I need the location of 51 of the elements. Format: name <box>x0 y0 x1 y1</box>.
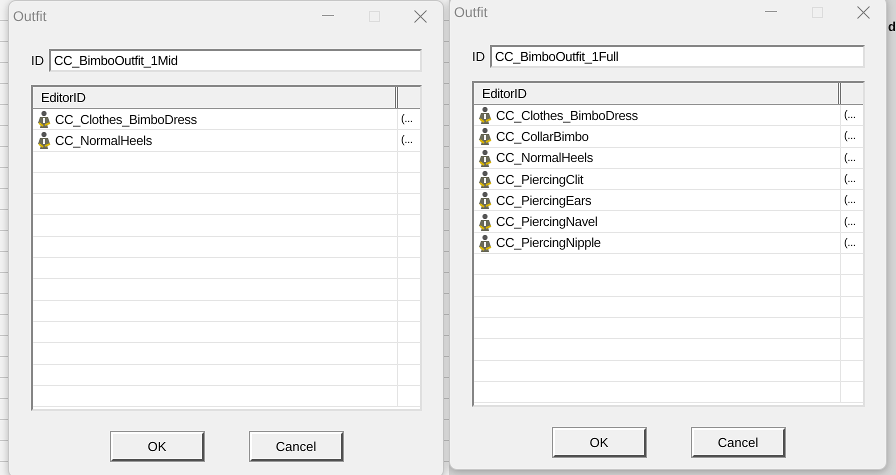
editor-id: CC_Clothes_BimboDress <box>496 108 638 123</box>
table-cell: (... <box>401 134 413 146</box>
table-cell: (... <box>844 194 856 206</box>
id-field[interactable]: CC_BimboOutfit_1Full <box>490 45 865 68</box>
list-row[interactable]: CC_NormalHeels (... <box>33 130 420 152</box>
figure-icon <box>476 170 494 188</box>
figure-icon <box>476 234 494 252</box>
table-cell: (... <box>401 113 413 126</box>
list-row[interactable]: CC_PiercingNavel (... <box>474 211 863 233</box>
window-title: Outfit <box>454 4 488 20</box>
figure-icon <box>476 106 494 124</box>
id-label: ID <box>31 53 44 68</box>
table-cell: (... <box>844 130 856 142</box>
figure-icon <box>476 148 494 167</box>
figure-icon <box>35 131 53 150</box>
list-row[interactable]: CC_CollarBimbo (... <box>474 126 863 148</box>
close-icon[interactable] <box>856 6 870 18</box>
editor-id: CC_PiercingNavel <box>496 214 598 230</box>
editor-id: CC_PiercingEars <box>496 192 592 208</box>
table-cell: (... <box>844 109 856 122</box>
window-title: Outfit <box>13 8 48 24</box>
background-text: d <box>888 19 896 34</box>
figure-icon <box>35 110 53 128</box>
editor-id: CC_NormalHeels <box>55 132 152 148</box>
editor-id: CC_NormalHeels <box>496 150 593 166</box>
list-row[interactable]: CC_PiercingNipple (... <box>474 232 863 254</box>
figure-icon <box>476 212 494 231</box>
dialog-button[interactable]: OK <box>552 428 646 457</box>
list-row[interactable]: CC_Clothes_BimboDress (... <box>33 109 420 130</box>
dialog-button[interactable]: OK <box>110 432 204 461</box>
list-row[interactable]: CC_PiercingEars (... <box>474 190 863 212</box>
dialog-button[interactable]: Cancel <box>250 432 342 461</box>
editor-id: CC_PiercingClit <box>496 172 584 187</box>
id-field[interactable]: CC_BimboOutfit_1Mid <box>49 49 422 72</box>
table-cell: (... <box>844 152 856 164</box>
list-row[interactable]: CC_Clothes_BimboDress (... <box>474 105 863 126</box>
minimize-icon[interactable] <box>322 15 334 17</box>
table-cell: (... <box>844 236 856 249</box>
table-cell: (... <box>844 173 856 186</box>
table-cell: (... <box>844 216 856 228</box>
dialog-button[interactable]: Cancel <box>692 428 784 457</box>
figure-icon <box>476 127 494 146</box>
minimize-icon[interactable] <box>765 11 777 13</box>
figure-icon <box>476 191 494 210</box>
list-row[interactable]: CC_PiercingClit (... <box>474 168 863 190</box>
editor-id: CC_Clothes_BimboDress <box>55 112 197 127</box>
list-row[interactable]: CC_NormalHeels (... <box>474 148 863 169</box>
id-label: ID <box>472 49 485 64</box>
close-icon[interactable] <box>414 10 426 22</box>
editor-id: CC_CollarBimbo <box>496 128 589 144</box>
editor-id: CC_PiercingNipple <box>496 235 601 250</box>
